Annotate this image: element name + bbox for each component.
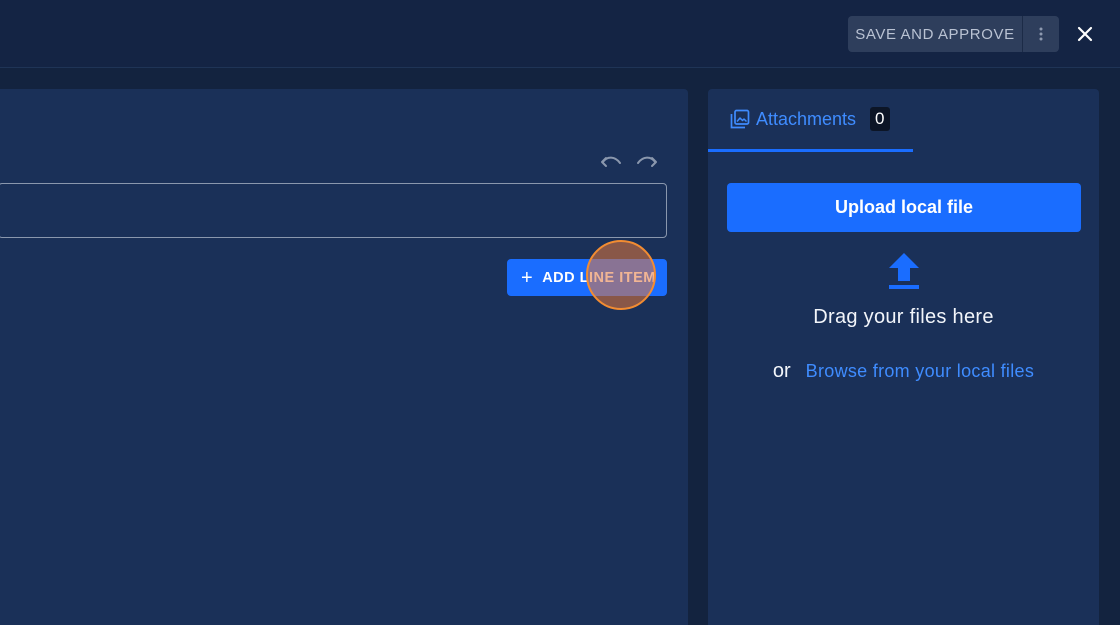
tab-attachments[interactable]: Attachments 0 — [708, 89, 913, 152]
tab-attachments-label: Attachments — [756, 108, 857, 129]
upload-local-file-button[interactable]: Upload local file — [727, 183, 1081, 232]
upload-icon — [889, 253, 919, 289]
add-line-item-label: ADD LINE ITEM — [542, 269, 656, 286]
close-button[interactable] — [1068, 17, 1102, 51]
line-items-panel — [0, 89, 688, 625]
more-vertical-icon — [1039, 27, 1043, 41]
save-and-approve-button[interactable]: SAVE AND APPROVE — [848, 16, 1023, 52]
browse-line: or Browse from your local files — [708, 360, 1099, 383]
undo-redo-controls — [600, 152, 658, 172]
attachments-count-badge: 0 — [870, 107, 890, 131]
browse-local-files-link[interactable]: Browse from your local files — [806, 361, 1034, 381]
drag-files-text: Drag your files here — [813, 306, 994, 328]
or-text: or — [772, 360, 791, 382]
more-options-button[interactable] — [1023, 16, 1059, 52]
save-approve-group: SAVE AND APPROVE — [848, 16, 1059, 52]
close-icon — [1077, 26, 1093, 42]
line-item-input[interactable] — [0, 183, 667, 238]
attachments-panel — [708, 89, 1099, 625]
top-bar: SAVE AND APPROVE — [0, 0, 1120, 68]
undo-icon[interactable] — [600, 152, 622, 170]
plus-icon: + — [521, 266, 534, 289]
images-icon — [730, 109, 750, 129]
redo-icon[interactable] — [636, 152, 658, 170]
add-line-item-button[interactable]: + ADD LINE ITEM — [507, 259, 667, 296]
